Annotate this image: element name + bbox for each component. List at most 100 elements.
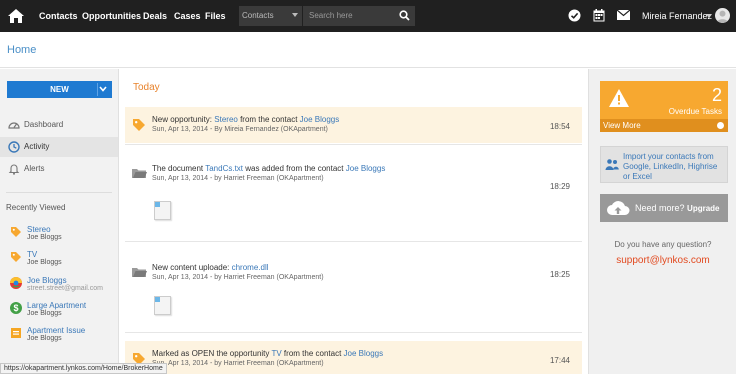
recent-item-subtitle: Joe Bloggs [27,310,62,317]
recent-item-title[interactable]: Stereo [27,225,51,234]
view-more-label: View More [603,121,641,130]
activity-link[interactable]: TV [271,349,281,358]
arrow-right-icon [717,122,724,129]
calendar-icon[interactable] [593,9,605,22]
tag-icon [11,252,21,262]
upgrade-text: Need more? Upgrade [635,203,720,213]
sidebar-item-dashboard[interactable]: Dashboard [0,115,118,135]
top-navigation-bar: Contacts Opportunities Deals Cases Files… [0,0,736,32]
chevron-down-icon[interactable] [706,14,712,18]
activity-item: New content uploade: chrome.dll Sun, Apr… [125,255,582,330]
tag-icon [11,227,21,237]
import-contacts-link[interactable]: Import your contacts from Google, Linked… [623,152,726,182]
sidebar-item-activity[interactable]: Activity [0,137,118,157]
new-button-label: NEW [50,85,69,94]
search-icon[interactable] [399,10,410,21]
contact-link[interactable]: Joe Bloggs [344,349,384,358]
folder-icon [132,169,147,178]
import-contacts-box[interactable]: Import your contacts from Google, Linked… [600,146,728,183]
recent-item[interactable]: Joe Bloggs street.street@gmail.com [10,276,115,300]
sidebar: NEW Dashboard Activity Alerts Recently V… [0,69,119,374]
nav-files[interactable]: Files [205,11,226,21]
sidebar-item-alerts[interactable]: Alerts [0,159,118,179]
nav-cases[interactable]: Cases [174,11,201,21]
tag-icon [133,119,145,131]
nav-contacts[interactable]: Contacts [39,11,78,21]
contacts-icon [605,159,619,170]
activity-text: The document TandCs.txt was added from t… [152,164,386,173]
question-text: Do you have any question? [614,240,712,249]
activity-item: New opportunity: Stereo from the contact… [125,107,582,143]
recent-item-subtitle: Joe Bloggs [27,234,62,241]
activity-text: New content uploade: chrome.dll [152,263,269,272]
support-email-link[interactable]: support@lynkos.com [589,255,736,266]
user-name[interactable]: Mireia Fernandez [642,11,712,21]
activity-meta: Sun, Apr 13, 2014 - by Harriet Freeman (… [152,360,324,367]
sidebar-divider [6,192,112,193]
chevron-down-icon[interactable] [99,86,107,92]
split-divider [97,83,98,96]
nav-opportunities[interactable]: Opportunities [82,11,141,21]
activity-time: 17:44 [549,356,570,365]
activity-item: The document TandCs.txt was added from t… [125,156,582,241]
search-input[interactable]: Search here [303,6,415,26]
sidebar-item-label: Activity [24,142,50,151]
chevron-down-icon [292,13,298,17]
activity-item: Marked as OPEN the opportunity TV from t… [125,341,582,374]
recent-item[interactable]: $ Large Apartment Joe Bloggs [10,301,115,325]
activity-text: Marked as OPEN the opportunity TV from t… [152,349,384,358]
activity-link[interactable]: Stereo [214,115,238,124]
home-icon[interactable] [7,7,25,25]
user-avatar[interactable] [715,8,730,23]
recent-item[interactable]: TV Joe Bloggs [10,250,115,274]
recent-item-title[interactable]: Joe Bloggs [27,276,67,285]
recent-item-title[interactable]: TV [27,250,37,259]
search-scope-select[interactable]: Contacts [239,6,302,26]
upgrade-button[interactable]: Need more? Upgrade [600,194,728,222]
activity-divider [125,144,582,145]
section-title: Today [133,82,160,93]
recent-item[interactable]: Stereo Joe Bloggs [10,225,115,249]
case-icon [11,328,21,338]
recent-item-title[interactable]: Large Apartment [27,301,86,310]
right-panel: 2 Overdue Tasks View More Import your co… [588,69,736,374]
recent-item-title[interactable]: Apartment Issue [27,326,85,335]
document-link[interactable]: TandCs.txt [205,164,243,173]
recently-viewed-title: Recently Viewed [6,203,66,212]
contact-link[interactable]: Joe Bloggs [300,115,340,124]
view-more-button[interactable]: View More [600,119,728,132]
search-placeholder: Search here [309,11,353,20]
activity-meta: Sun, Apr 13, 2014 - by Harriet Freeman (… [152,274,324,281]
page-header: Home [0,32,736,68]
cloud-upload-icon [607,201,630,215]
activity-feed: Today New opportunity: Stereo from the c… [120,69,587,374]
file-corner-icon [155,202,160,207]
dashboard-icon [8,122,20,129]
file-thumbnail[interactable] [154,296,171,315]
clock-icon [8,141,20,153]
recent-item-subtitle: street.street@gmail.com [27,285,103,292]
new-button[interactable]: NEW [7,81,112,98]
status-url: https://okapartment.lynkos.com/Home/Brok… [0,363,167,374]
recent-item-subtitle: Joe Bloggs [27,335,62,342]
nav-deals[interactable]: Deals [143,11,167,21]
activity-time: 18:25 [549,270,570,279]
recent-item-subtitle: Joe Bloggs [27,259,62,266]
file-thumbnail[interactable] [154,201,171,220]
file-corner-icon [155,297,160,302]
folder-icon [132,268,147,277]
check-circle-icon[interactable] [568,9,581,22]
page-title: Home [7,44,37,56]
recent-item[interactable]: Apartment Issue Joe Bloggs [10,326,115,350]
sidebar-item-label: Alerts [24,164,45,173]
file-link[interactable]: chrome.dll [232,263,269,272]
bell-icon [8,164,20,175]
contact-link[interactable]: Joe Bloggs [346,164,386,173]
mail-icon[interactable] [617,10,630,20]
sidebar-item-label: Dashboard [24,120,64,129]
activity-meta: Sun, Apr 13, 2014 - By Mireia Fernandez … [152,126,328,133]
overdue-label: Overdue Tasks [668,107,722,116]
svg-text:$: $ [13,303,18,313]
activity-time: 18:54 [549,122,570,131]
avatar-icon [10,277,22,289]
